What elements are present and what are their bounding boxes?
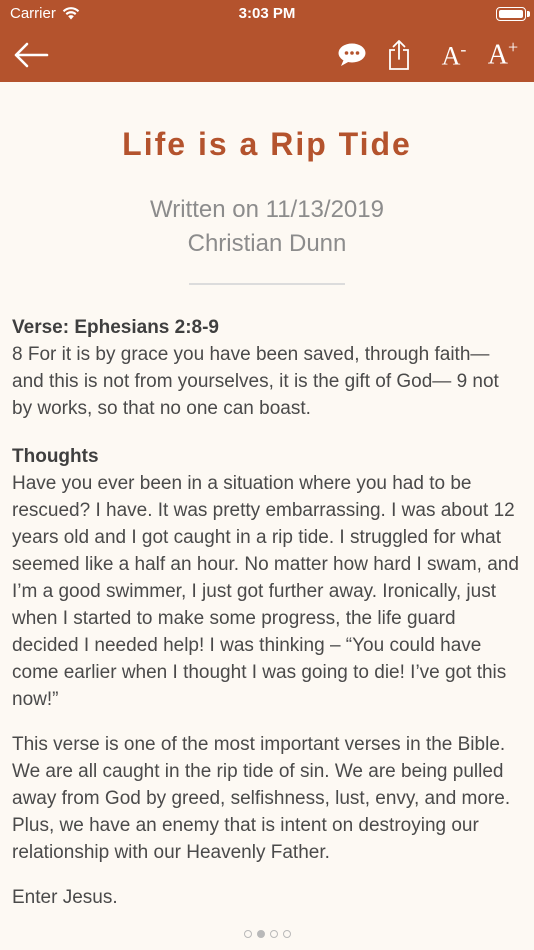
battery-icon [496,7,530,21]
author-name: Christian Dunn [187,230,347,257]
nav-bar: A- A+ [0,28,534,82]
font-increase-icon: A+ [487,36,519,71]
divider [189,283,345,285]
page-dot[interactable] [282,930,291,938]
page-dot[interactable] [256,930,265,938]
thoughts-heading: Thoughts [12,446,99,467]
share-icon [389,40,409,70]
article-content[interactable]: Life is a Rip Tide Written on 11/13/2019… [0,82,534,950]
font-decrease-button[interactable]: A- [436,38,472,72]
thoughts-paragraph-2: This verse is one of the most important … [12,734,511,863]
font-increase-button[interactable]: A+ [480,34,526,74]
font-decrease-icon: A- [441,38,467,71]
page-dot[interactable] [243,930,252,938]
status-time: 3:03 PM [238,5,296,22]
thoughts-paragraph-3: Enter Jesus. [12,887,118,908]
written-date: Written on 11/13/2019 [150,196,384,223]
speech-bubble-icon [338,43,366,66]
page-indicator[interactable] [0,930,534,938]
arrow-left-icon [14,42,49,68]
verse-text: 8 For it is by grace you have been saved… [12,344,499,419]
verse-heading: Verse: Ephesians 2:8-9 [12,317,219,338]
thoughts-paragraph-1: Have you ever been in a situation where … [12,473,519,710]
status-bar: Carrier 3:03 PM [0,0,534,28]
comment-button[interactable] [334,38,370,72]
page-dot[interactable] [269,930,278,938]
article-meta: Written on 11/13/2019 Christian Dunn [12,193,522,261]
article-title: Life is a Rip Tide [122,126,412,162]
back-button[interactable] [10,38,52,72]
share-button[interactable] [384,36,414,74]
